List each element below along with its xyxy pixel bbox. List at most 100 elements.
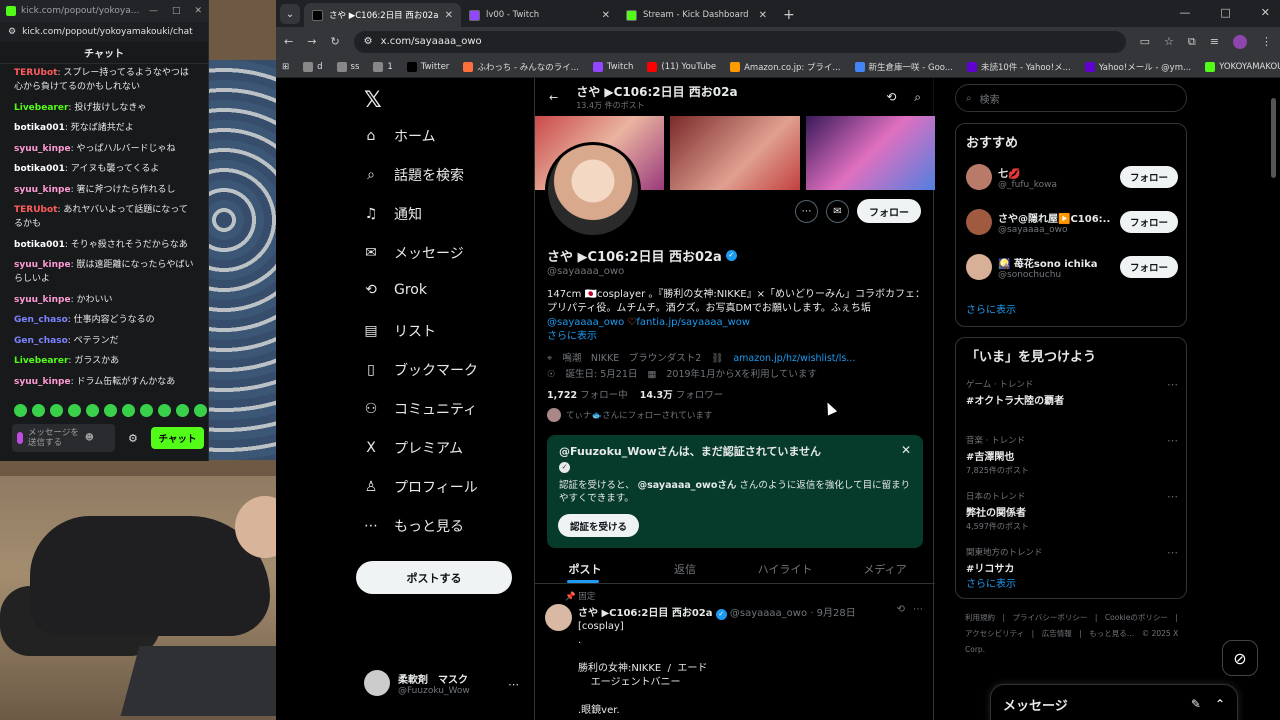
pinned-post[interactable]: 📌 固定 さや ▶C106:2日目 西お02a ✓ @sayaaaa_owo ·… [535,588,935,720]
followers-link[interactable]: 14.3万 フォロワー [640,390,724,401]
emote-icon[interactable] [158,404,171,417]
more-icon[interactable]: ⋯ [913,604,923,615]
profile-avatar[interactable] [545,142,641,238]
apps-icon[interactable]: ⊞ [282,62,289,72]
nav-item[interactable]: ✉ メッセージ [362,243,464,263]
chat-username[interactable]: Gen_chaso [14,336,68,346]
emoji-icon[interactable]: ☻ [85,433,94,443]
nav-item[interactable]: ⌕ 話題を検索 [362,165,464,185]
grok-float-icon[interactable]: ⊘ [1222,640,1258,676]
grok-icon[interactable]: ⟲ [897,604,905,615]
nav-item[interactable]: ⌂ ホーム [362,126,436,146]
post-button[interactable]: ポストする [356,561,512,594]
bookmark[interactable]: d [303,61,323,72]
emote-icon[interactable] [32,404,45,417]
emote-icon[interactable] [122,404,135,417]
chat-username[interactable]: Livebearer [14,103,68,113]
bookmark[interactable]: ふわっち - みんなのライ... [463,61,579,73]
footer-links[interactable]: 利用規約 | プライバシーポリシー | Cookieのポリシー | アクセシビリ… [965,610,1185,658]
bookmark[interactable]: (11) YouTube [647,61,716,72]
chat-username[interactable]: Livebearer [14,356,68,366]
minimize-icon[interactable]: — [1179,6,1190,19]
suggestion[interactable]: さや@隠れ屋▶️C106:... @sayaaaa_owo フォロー [966,209,1178,235]
trend-item[interactable]: ゲーム · トレンド #オクトラ大陸の覇者 ⋯ [966,378,1178,407]
nav-item[interactable]: ▯ ブックマーク [362,360,478,380]
back-arrow-icon[interactable]: ← [549,91,558,104]
bio-link-handle[interactable]: @sayaaaa_owo [547,317,624,328]
browser-tab[interactable]: さや ▶C106:2日目 西お02a (@... ✕ [304,3,461,27]
emote-icon[interactable] [176,404,189,417]
bookmark[interactable]: 新生倉庫一咲 - Goo... [854,61,953,73]
bookmark[interactable]: Amazon.co.jp: プライ... [730,61,841,73]
emote-icon[interactable] [194,404,207,417]
compose-message-icon[interactable]: ✎ [1191,697,1201,711]
forward-icon[interactable]: → [307,35,316,48]
media-icon[interactable]: ≡ [1210,35,1219,48]
emote-icon[interactable] [104,404,117,417]
nav-item[interactable]: ⋯ もっと見る [362,516,464,536]
more-options-icon[interactable]: ⋯ [795,199,818,223]
emote-icon[interactable] [14,404,27,417]
bookmark[interactable]: 未読10件 - Yahoo!メ... [966,61,1071,73]
suggestion[interactable]: 🎑 苺花sono ichika @sonochuchu フォロー [966,254,1178,280]
extensions-icon[interactable]: ⧉ [1188,35,1196,49]
trend-item[interactable]: 関東地方のトレンド #リコサカ ⋯ [966,546,1178,575]
follow-button[interactable]: フォロー [857,199,921,223]
chat-username[interactable]: syuu_kinpe [14,377,71,387]
close-icon[interactable]: ✕ [901,443,911,457]
message-icon[interactable]: ✉ [826,199,849,223]
profile-tab[interactable]: メディア [835,554,935,583]
nav-item[interactable]: ▤ リスト [362,321,436,341]
avatar[interactable] [545,604,572,631]
address-bar[interactable]: ⚙ x.com/sayaaaa_owo [353,30,1126,53]
get-verified-button[interactable]: 認証を受ける [558,514,640,537]
nav-item[interactable]: ⟲ Grok [362,282,427,298]
chat-username[interactable]: Gen_chaso [14,315,68,325]
profile-avatar[interactable] [1233,34,1247,49]
profile-tab[interactable]: 返信 [635,554,735,583]
close-icon[interactable]: ✕ [194,6,202,16]
minimize-icon[interactable]: — [149,6,158,16]
emote-icon[interactable] [140,404,153,417]
close-icon[interactable]: ✕ [1261,6,1270,19]
show-more-link[interactable]: さらに表示 [966,301,1016,316]
emote-icon[interactable] [86,404,99,417]
profile-tab[interactable]: ハイライト [735,554,835,583]
more-icon[interactable]: ⋯ [1167,378,1178,391]
browser-tab[interactable]: Stream - Kick Dashboard ✕ [618,3,775,27]
maximize-icon[interactable]: □ [1220,6,1230,19]
bookmark[interactable]: YOKOYAMAKOUKI... [1205,61,1280,72]
cast-icon[interactable]: ▭ [1140,35,1150,48]
search-input[interactable]: ⌕ 検索 [955,84,1187,112]
more-icon[interactable]: ⋯ [1167,490,1178,503]
new-tab-button[interactable]: + [783,7,795,23]
bookmark[interactable]: Yahoo!メール - @ym... [1084,61,1191,73]
show-more-link[interactable]: さらに表示 [547,331,597,342]
chat-input[interactable]: メッセージを送信する ☻ [12,424,115,452]
reload-icon[interactable]: ↻ [330,35,339,48]
chat-username[interactable]: syuu_kinpe [14,260,71,270]
mic-icon[interactable] [17,432,23,444]
chat-send-button[interactable]: チャット [151,427,204,449]
bookmark[interactable]: 1 [373,61,393,72]
followed-by[interactable]: てぃナ🐟さんにフォローされています [547,408,712,422]
nav-item[interactable]: ♫ 通知 [362,204,422,224]
chat-username[interactable]: TERUbot [14,68,57,78]
emote-icon[interactable] [68,404,81,417]
bio-link-fantia[interactable]: fantia.jp/sayaaaa_wow [636,317,750,328]
tab-close-icon[interactable]: ✕ [445,10,453,21]
site-info-icon[interactable]: ⚙ [8,27,16,37]
follow-button[interactable]: フォロー [1119,211,1178,233]
chat-settings-icon[interactable]: ⚙ [128,432,138,445]
kick-address-bar[interactable]: ⚙ kick.com/popout/yokoyamakouki/chat [0,22,208,42]
follow-button[interactable]: フォロー [1119,256,1178,278]
trend-item[interactable]: 音楽 · トレンド #吉澤閑也 7,825件のポスト ⋯ [966,434,1178,476]
x-logo-icon[interactable]: 𝕏 [364,88,382,113]
site-info-icon[interactable]: ⚙ [364,36,373,47]
account-switcher[interactable]: 柔軟剤 マスク @Fuuzoku_Wow ⋯ [364,670,519,696]
search-icon[interactable]: ⌕ [914,90,921,105]
bookmark[interactable]: Twitter [406,61,449,72]
follow-button[interactable]: フォロー [1119,166,1178,188]
bookmark[interactable]: Twitch [592,61,633,72]
scrollbar[interactable] [1271,98,1276,178]
